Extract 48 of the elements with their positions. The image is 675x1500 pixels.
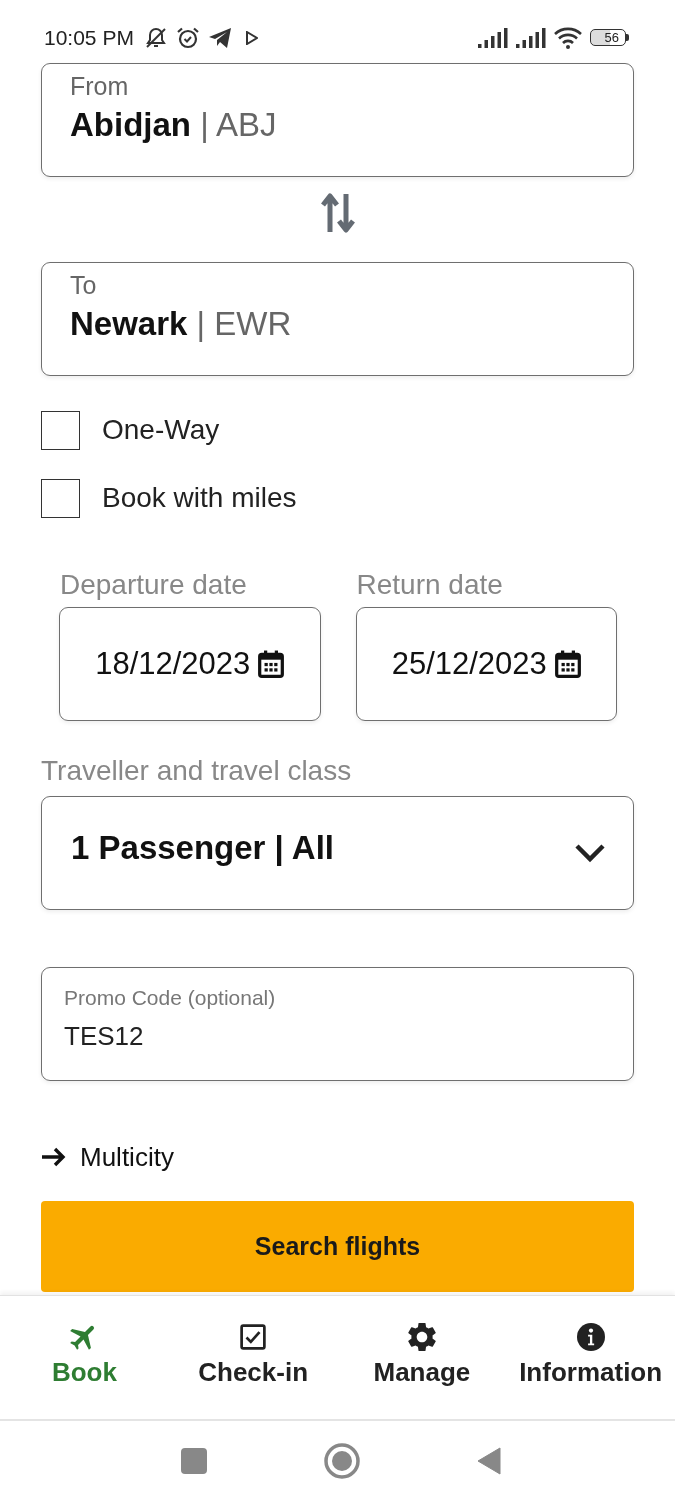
muted-bell-icon: [143, 25, 168, 50]
select-value: 1 Passenger | All: [71, 829, 334, 867]
search-flights-button[interactable]: Search flights: [41, 1201, 634, 1292]
field-label: To: [70, 270, 97, 300]
field-label: Promo Code (optional): [64, 985, 276, 1011]
info-icon: [576, 1323, 605, 1351]
signal-icon: [477, 27, 508, 48]
airport-field[interactable]: To Newark | EWR: [41, 262, 634, 376]
field-label: Departure date: [60, 569, 247, 601]
alarm-clock-icon: [175, 25, 200, 50]
calendar-icon[interactable]: [554, 650, 581, 678]
wifi-icon: [553, 26, 582, 49]
checkbox[interactable]: [41, 410, 80, 450]
swap-icon[interactable]: [319, 192, 356, 234]
checkbox-tick-icon: [240, 1324, 267, 1350]
date-value: 18/12/2023: [95, 646, 251, 682]
promo-code-field[interactable]: Promo Code (optional) TES12: [41, 967, 634, 1081]
airport-field[interactable]: From Abidjan | ABJ: [41, 63, 634, 177]
nav-tab[interactable]: Manage: [337, 1296, 507, 1419]
arrow-right-icon: [41, 1146, 67, 1168]
paper-plane-icon: [207, 26, 232, 49]
traveller-select[interactable]: 1 Passenger | All: [41, 796, 634, 910]
checkbox-label[interactable]: One-Way: [102, 414, 220, 446]
back-icon[interactable]: [476, 1446, 501, 1475]
date-value: 25/12/2023: [391, 646, 547, 682]
recents-icon[interactable]: [180, 1447, 207, 1474]
field-label: From: [70, 71, 129, 101]
battery-indicator: 56: [589, 29, 629, 46]
field-value: TES12: [64, 1020, 144, 1052]
signal-icon: [515, 27, 546, 48]
nav-tab[interactable]: Book: [0, 1296, 169, 1419]
field-label: Traveller and travel class: [41, 755, 352, 787]
home-icon[interactable]: [323, 1442, 360, 1479]
nav-tab[interactable]: Information: [506, 1296, 675, 1419]
calendar-icon[interactable]: [258, 650, 285, 678]
checkbox-label[interactable]: Book with miles: [102, 482, 297, 514]
nav-tab[interactable]: Check-in: [168, 1296, 338, 1419]
field-label: Return date: [356, 569, 503, 601]
airport-value: Abidjan | ABJ: [70, 105, 277, 145]
play-icon: [245, 30, 258, 45]
checkbox[interactable]: [41, 478, 80, 518]
settings-icon: [407, 1323, 436, 1351]
airport-value: Newark | EWR: [70, 304, 292, 344]
date-field[interactable]: 25/12/2023: [355, 607, 617, 721]
status-time: 10:05 PM: [44, 25, 134, 50]
date-field[interactable]: 18/12/2023: [59, 607, 321, 721]
chevron-down-icon: [574, 843, 606, 863]
multicity-link[interactable]: Multicity: [41, 1142, 174, 1172]
